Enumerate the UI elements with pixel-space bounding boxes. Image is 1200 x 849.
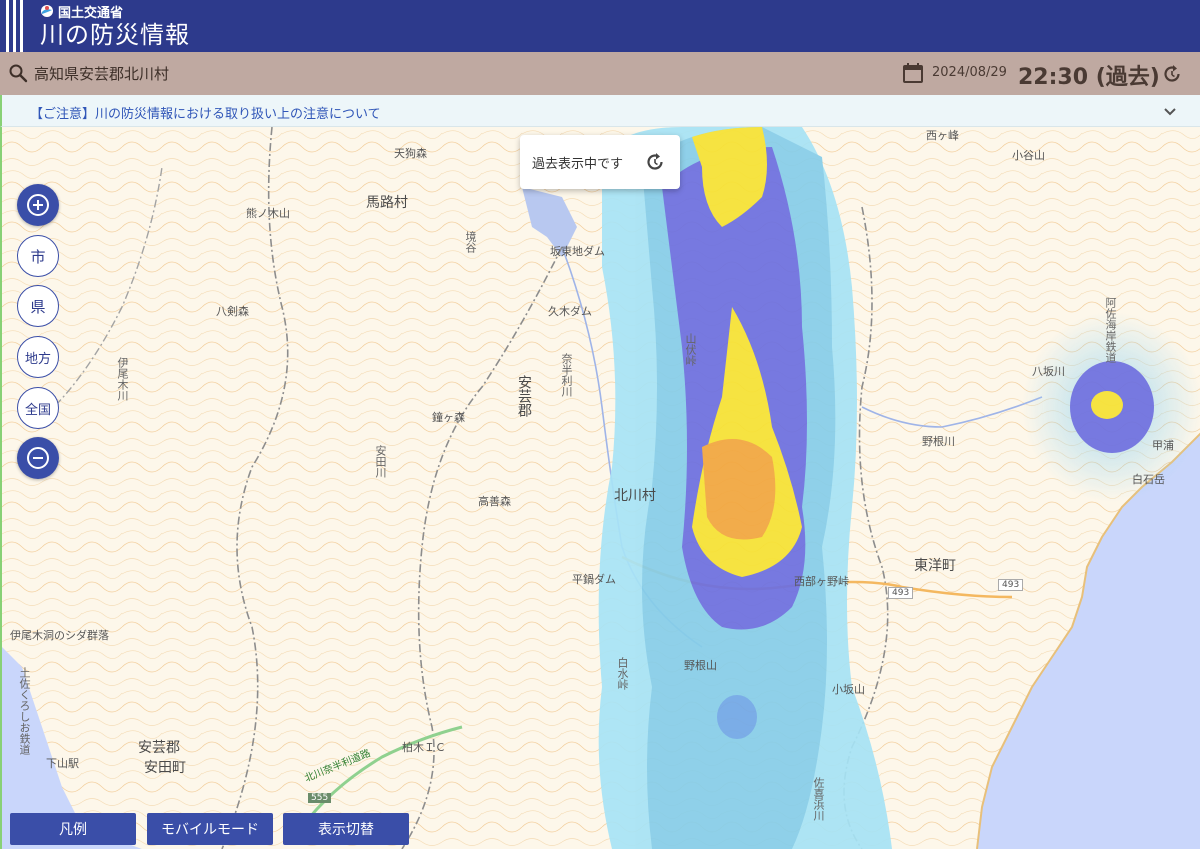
label-kokeyama: 小坂山 [832,683,865,696]
caution-notice-text[interactable]: 【ご注意】川の防災情報における取り扱い上の注意について [30,103,381,122]
label-yamabushi: 山伏峠 [684,333,697,366]
label-kumanokiyama: 熊ノ木山 [246,207,290,220]
label-shiromizu: 白水峠 [616,657,629,690]
label-yunokawa: 八坂川 [1032,365,1065,378]
past-display-text: 過去表示中です [532,157,624,172]
label-aki-gun-sw: 安芸郡 [138,740,180,756]
display-date[interactable]: 2024/08/29 [932,65,1007,80]
app-title: 川の防災情報 [40,21,190,49]
label-takazenmori: 高善森 [478,495,511,508]
label-nishibahoge: 西部ヶ野峠 [794,575,849,588]
caution-notice-bar[interactable]: 【ご注意】川の防災情報における取り扱い上の注意について [0,95,1200,127]
legend-button[interactable]: 凡例 [10,813,136,845]
location-name[interactable]: 高知県安芸郡北川村 [34,63,169,84]
location-bar: 高知県安芸郡北川村 2024/08/29 22:30 (過去) [0,52,1200,95]
label-umajimura: 馬路村 [366,195,408,211]
label-aki-gun: 安芸郡 [516,375,532,417]
label-ioki: 伊尾木川 [116,357,129,401]
label-tenguyamori: 天狗森 [394,147,427,160]
app-logo[interactable]: 国土交通省 川の防災情報 [40,2,190,50]
label-road-555: 555 [308,793,332,803]
past-display-indicator[interactable]: 過去表示中です [520,135,680,189]
mlit-logo-icon [41,5,53,17]
label-iozurasida: 伊尾木洞のシダ群落 [10,629,109,642]
display-switch-button[interactable]: 表示切替 [283,813,409,845]
ministry-name: 国土交通省 [58,5,124,21]
label-hirananedam: 平鍋ダム [572,573,616,586]
rain-radar-map[interactable]: 馬路村 天狗森 熊ノ木山 八剣森 坂東地ダム 久木ダム 安芸郡 北川村 高善森 … [0,127,1200,849]
label-shimoyama: 下山駅 [46,757,79,770]
label-kannorailway: 阿佐海岸鉄道 [1104,297,1117,363]
zoom-city-button[interactable]: 市 [17,235,59,277]
refresh-icon[interactable] [644,151,666,173]
label-naharigawa: 奈半利川 [560,353,573,397]
zoom-pref-button[interactable]: 県 [17,285,59,327]
map-canvas[interactable] [2,127,1200,849]
label-road-493-a: 493 [888,587,914,599]
label-nonegawa: 野根川 [922,435,955,448]
label-nishiharayama: 西ヶ峰 [926,129,959,142]
app-root: 国土交通省 川の防災情報 高知県安芸郡北川村 2024/08/29 22:30 … [0,0,1200,849]
zoom-out-button[interactable] [17,437,59,479]
plus-circle-icon [27,194,49,216]
label-koyasuyama: 小谷山 [1012,149,1045,162]
label-kitagawamura: 北川村 [614,488,656,504]
minus-circle-icon [27,447,49,469]
mobile-mode-button[interactable]: モバイルモード [147,813,273,845]
search-icon[interactable] [8,63,28,83]
return-to-latest-icon[interactable] [1161,63,1183,85]
display-time[interactable]: 22:30 (過去) [1018,59,1160,91]
chevron-down-icon[interactable] [1162,103,1178,119]
label-sakazaki: 境谷 [464,231,477,253]
label-tosa-railway: 土佐くろしお鉄道 [18,667,31,755]
label-shiraishidake: 白石岳 [1132,473,1165,486]
label-yasudagawa: 安田川 [374,445,387,478]
label-road-493-b: 493 [998,579,1024,591]
label-yatsurugimori: 八剣森 [216,305,249,318]
label-kashiwagi-ic: 柏木ＩＣ [402,741,446,754]
label-kannoura: 甲浦 [1152,439,1174,452]
zoom-in-button[interactable] [17,184,59,226]
app-header: 国土交通省 川の防災情報 [0,0,1200,52]
label-toyocho: 東洋町 [914,558,956,574]
zoom-national-button[interactable]: 全国 [17,387,59,429]
label-kuki-dam: 久木ダム [548,305,592,318]
calendar-icon[interactable] [902,62,924,84]
label-yasudacho: 安田町 [144,760,186,776]
ministry-line: 国土交通省 [40,2,190,21]
label-kakegamori: 鐘ヶ森 [432,411,465,424]
label-dam-1: 坂東地ダム [550,245,605,258]
header-stripes-decoration [6,0,28,52]
label-shioragawa: 佐喜浜川 [812,777,825,821]
zoom-region-button[interactable]: 地方 [17,336,59,378]
label-nodoyama: 野根山 [684,659,717,672]
